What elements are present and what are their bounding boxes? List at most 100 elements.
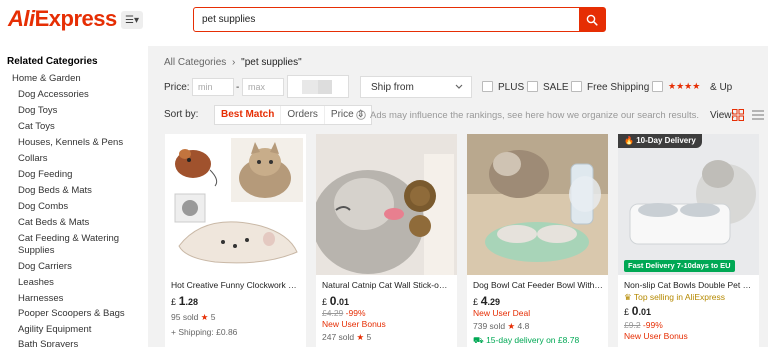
sidebar-item-cat-toys[interactable]: Cat Toys	[18, 121, 55, 132]
sidebar-item-dog-accessories[interactable]: Dog Accessories	[18, 89, 89, 100]
rating-checkbox[interactable]	[652, 81, 663, 92]
new-user-deal: New User Deal	[473, 308, 531, 318]
sidebar-item-agility-equipment[interactable]: Agility Equipment	[18, 324, 91, 335]
product-title[interactable]: Non-slip Cat Bowls Double Pet Bo...	[624, 280, 754, 290]
search-button[interactable]	[579, 8, 605, 31]
sale-checkbox[interactable]	[527, 81, 538, 92]
price-currency: £	[322, 297, 328, 307]
sidebar-item-pooper-scoopers[interactable]: Pooper Scoopers & Bags	[18, 308, 125, 319]
sidebar-item-cat-feeding-line2[interactable]: Supplies	[18, 245, 54, 256]
free-shipping-label: Free Shipping	[587, 82, 650, 93]
sold-count: 95 sold	[171, 312, 199, 322]
delivery-info: 15-day delivery on £8.78	[486, 335, 580, 345]
original-price-row: £4.29 -99%	[322, 308, 366, 318]
top-selling-row: ♛ Top selling in AliExpress	[624, 292, 725, 303]
related-categories-sidebar: Related Categories Home & Garden Dog Acc…	[0, 46, 145, 347]
product-image[interactable]	[467, 134, 608, 275]
list-view-icon[interactable]	[752, 109, 764, 121]
breadcrumb-separator: ›	[232, 57, 236, 68]
breadcrumb-query: "pet supplies"	[241, 57, 302, 68]
category-menu-button[interactable]: ☰▾	[121, 11, 143, 29]
product-title[interactable]: Hot Creative Funny Clockwork Spri...	[171, 280, 301, 290]
plus-label: PLUS	[498, 82, 525, 93]
aliexpress-logo[interactable]: AliExpress	[8, 6, 117, 32]
product-title[interactable]: Natural Catnip Cat Wall Stick-on B...	[322, 280, 452, 290]
sidebar-item-dog-feeding[interactable]: Dog Feeding	[18, 169, 72, 180]
product-price: £ 0.01	[322, 294, 349, 308]
product-title[interactable]: Dog Bowl Cat Feeder Bowl With D...	[473, 280, 603, 290]
product-image[interactable]	[165, 134, 306, 275]
product-card[interactable]: Dog Bowl Cat Feeder Bowl With D... £ 4.2…	[467, 134, 608, 347]
header: AliExpress ☰▾	[0, 0, 768, 40]
sidebar-item-dog-combs[interactable]: Dog Combs	[18, 201, 68, 212]
cat-licking-catnip-image	[316, 134, 457, 275]
new-user-bonus: New User Bonus	[322, 319, 386, 329]
product-image[interactable]: 🔥 10-Day Delivery Fast Delivery 7-10days…	[618, 134, 759, 275]
sidebar-item-leashes[interactable]: Leashes	[18, 277, 54, 288]
star-icon: ★	[507, 321, 516, 331]
help-icon[interactable]: ?	[356, 110, 366, 120]
grid-view-icon[interactable]	[732, 109, 744, 121]
sort-by-label: Sort by:	[164, 109, 199, 120]
sidebar-item-harnesses[interactable]: Harnesses	[18, 293, 63, 304]
product-price: £ 1.28	[171, 294, 198, 308]
ship-from-select[interactable]: Ship from	[360, 76, 472, 98]
price-decimal: .01	[336, 297, 349, 307]
original-price-row: £9.2 -99%	[624, 320, 663, 330]
product-card[interactable]: 🔥 10-Day Delivery Fast Delivery 7-10days…	[618, 134, 759, 347]
price-range-bars[interactable]	[287, 75, 349, 98]
cat-feeder-bowl-image	[467, 134, 608, 275]
sidebar-item-cat-feeding[interactable]: Cat Feeding & Watering	[18, 233, 119, 244]
product-price: £ 4.29	[473, 294, 500, 308]
svg-text:?: ?	[359, 113, 363, 120]
free-shipping-checkbox[interactable]	[571, 81, 582, 92]
sold-count: 247 sold	[322, 332, 355, 342]
sort-orders[interactable]: Orders	[281, 106, 325, 124]
price-min-input[interactable]: min	[192, 78, 234, 96]
price-currency: £	[624, 307, 630, 317]
top-selling-text: Top selling in AliExpress	[633, 292, 726, 302]
breadcrumb: All Categories › "pet supplies"	[164, 57, 302, 68]
plus-checkbox[interactable]	[482, 81, 493, 92]
sort-best-match[interactable]: Best Match	[215, 106, 282, 124]
fast-delivery-banner: Fast Delivery 7-10days to EU	[624, 260, 735, 272]
rating-stars: ★★★★	[668, 81, 701, 91]
breadcrumb-all-categories[interactable]: All Categories	[164, 57, 226, 68]
price-decimal: .01	[638, 307, 651, 317]
price-dash: -	[236, 82, 240, 93]
sale-label: SALE	[543, 82, 569, 93]
product-card[interactable]: Hot Creative Funny Clockwork Spri... £ 1…	[165, 134, 306, 347]
sidebar-item-collars[interactable]: Collars	[18, 153, 48, 164]
price-decimal: .29	[487, 297, 500, 307]
product-image[interactable]	[316, 134, 457, 275]
delivery-badge: 🔥 10-Day Delivery	[618, 134, 702, 148]
price-decimal: .28	[185, 297, 198, 307]
search-box	[193, 7, 606, 32]
shipping-cost: + Shipping: £0.86	[171, 327, 238, 337]
original-price: £9.2	[624, 320, 641, 330]
sidebar-item-dog-toys[interactable]: Dog Toys	[18, 105, 57, 116]
product-card[interactable]: Natural Catnip Cat Wall Stick-on B... £ …	[316, 134, 457, 347]
ads-info-text[interactable]: Ads may influence the rankings, see here…	[370, 110, 699, 121]
star-icon: ★	[356, 332, 365, 342]
rating-value: 5	[366, 332, 372, 342]
filter-bar: Price: min - max Ship from PLUS SALE Fre…	[164, 75, 764, 98]
product-price: £ 0.01	[624, 304, 651, 318]
search-results: All Categories › "pet supplies" Price: m…	[148, 46, 768, 347]
sold-count-row: 739 sold ★ 4.8	[473, 321, 529, 332]
delivery-badge-text: 10-Day Delivery	[636, 136, 696, 145]
price-max-input[interactable]: max	[242, 78, 284, 96]
sidebar-item-dog-beds[interactable]: Dog Beds & Mats	[18, 185, 92, 196]
sidebar-item-bath-sprayers[interactable]: Bath Sprayers	[18, 339, 78, 347]
crown-icon: ♛	[624, 292, 632, 302]
sidebar-parent-home-garden[interactable]: Home & Garden	[12, 73, 81, 84]
and-up-label: & Up	[710, 82, 733, 93]
sidebar-item-cat-beds[interactable]: Cat Beds & Mats	[18, 217, 89, 228]
search-input[interactable]	[202, 8, 572, 31]
sidebar-item-dog-carriers[interactable]: Dog Carriers	[18, 261, 72, 272]
sidebar-item-houses-kennels[interactable]: Houses, Kennels & Pens	[18, 137, 123, 148]
search-icon	[586, 14, 598, 26]
price-currency: £	[473, 297, 479, 307]
original-price: £4.29	[322, 308, 344, 318]
sort-bar: Sort by: Best Match Orders Price ⇕ ? Ads…	[164, 104, 764, 126]
